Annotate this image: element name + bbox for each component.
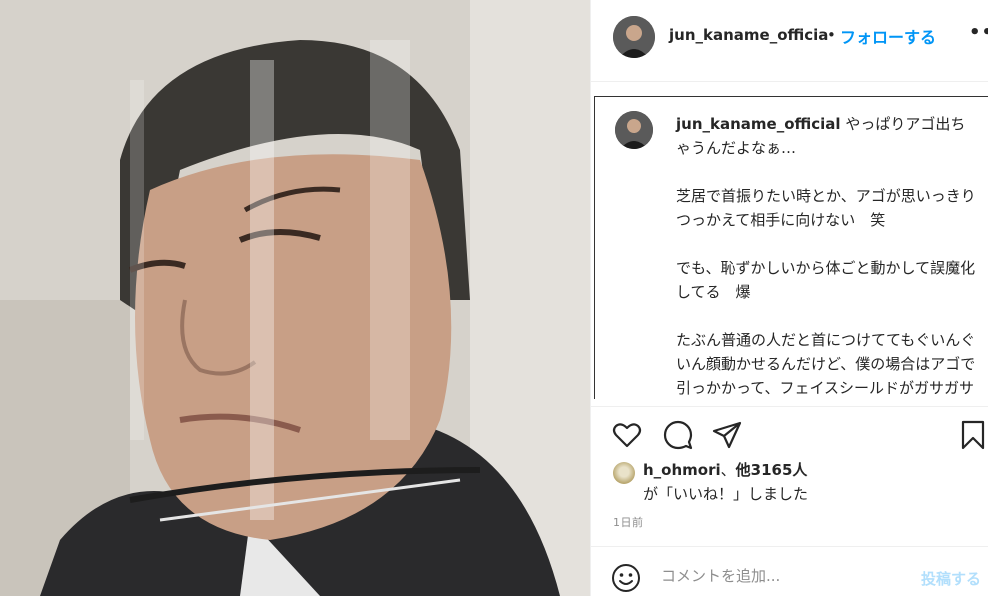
caption-text: jun_kaname_official やっぱりアゴ出ちゃうんだよなぁ… 芝居で… [676, 112, 976, 399]
post-photo [0, 0, 590, 596]
likes-separator: 、 [720, 461, 736, 479]
heart-icon[interactable] [611, 419, 643, 451]
header-separator: • [827, 26, 836, 44]
emoji-icon[interactable] [611, 563, 641, 593]
comment-icon[interactable] [662, 419, 694, 451]
post-timestamp[interactable]: 1日前 [613, 514, 644, 530]
caption-author-avatar[interactable] [615, 111, 653, 149]
liker-avatar[interactable] [613, 462, 635, 484]
save-icon[interactable] [957, 419, 988, 451]
caption-username[interactable]: jun_kaname_official [676, 115, 841, 133]
photo-face-shield-selfie [0, 0, 590, 596]
caption-paragraph-4: たぶん普通の人だと首につけててもぐいんぐいん顔動かせるんだけど、僕の場合はアゴで… [676, 331, 976, 397]
post-header: jun_kaname_officia • フォローする ••• [591, 0, 988, 82]
post-side-panel: jun_kaname_officia • フォローする ••• jun_kana… [590, 0, 988, 596]
more-options-icon[interactable]: ••• [969, 22, 988, 43]
likes-suffix: が「いいね！」しました [643, 485, 809, 503]
author-avatar[interactable] [613, 16, 655, 58]
caption-scroll-area[interactable]: jun_kaname_official やっぱりアゴ出ちゃうんだよなぁ… 芝居で… [594, 96, 988, 399]
share-icon[interactable] [711, 419, 743, 451]
likes-others-link[interactable]: 他3165人 [736, 461, 808, 479]
comment-input[interactable] [661, 567, 901, 585]
liker-username[interactable]: h_ohmori [643, 461, 721, 479]
caption-paragraph-3: でも、恥ずかしいから体ごと動かして誤魔化してる 爆 [676, 259, 976, 301]
action-bar [591, 406, 988, 457]
caption-paragraph-2: 芝居で首振りたい時とか、アゴが思いっきりつっかえて相手に向けない 笑 [676, 187, 976, 229]
comment-bar: 投稿する [591, 546, 988, 596]
author-username[interactable]: jun_kaname_officia [669, 26, 828, 44]
follow-button[interactable]: フォローする [840, 24, 936, 48]
post-comment-button[interactable]: 投稿する [921, 568, 981, 589]
